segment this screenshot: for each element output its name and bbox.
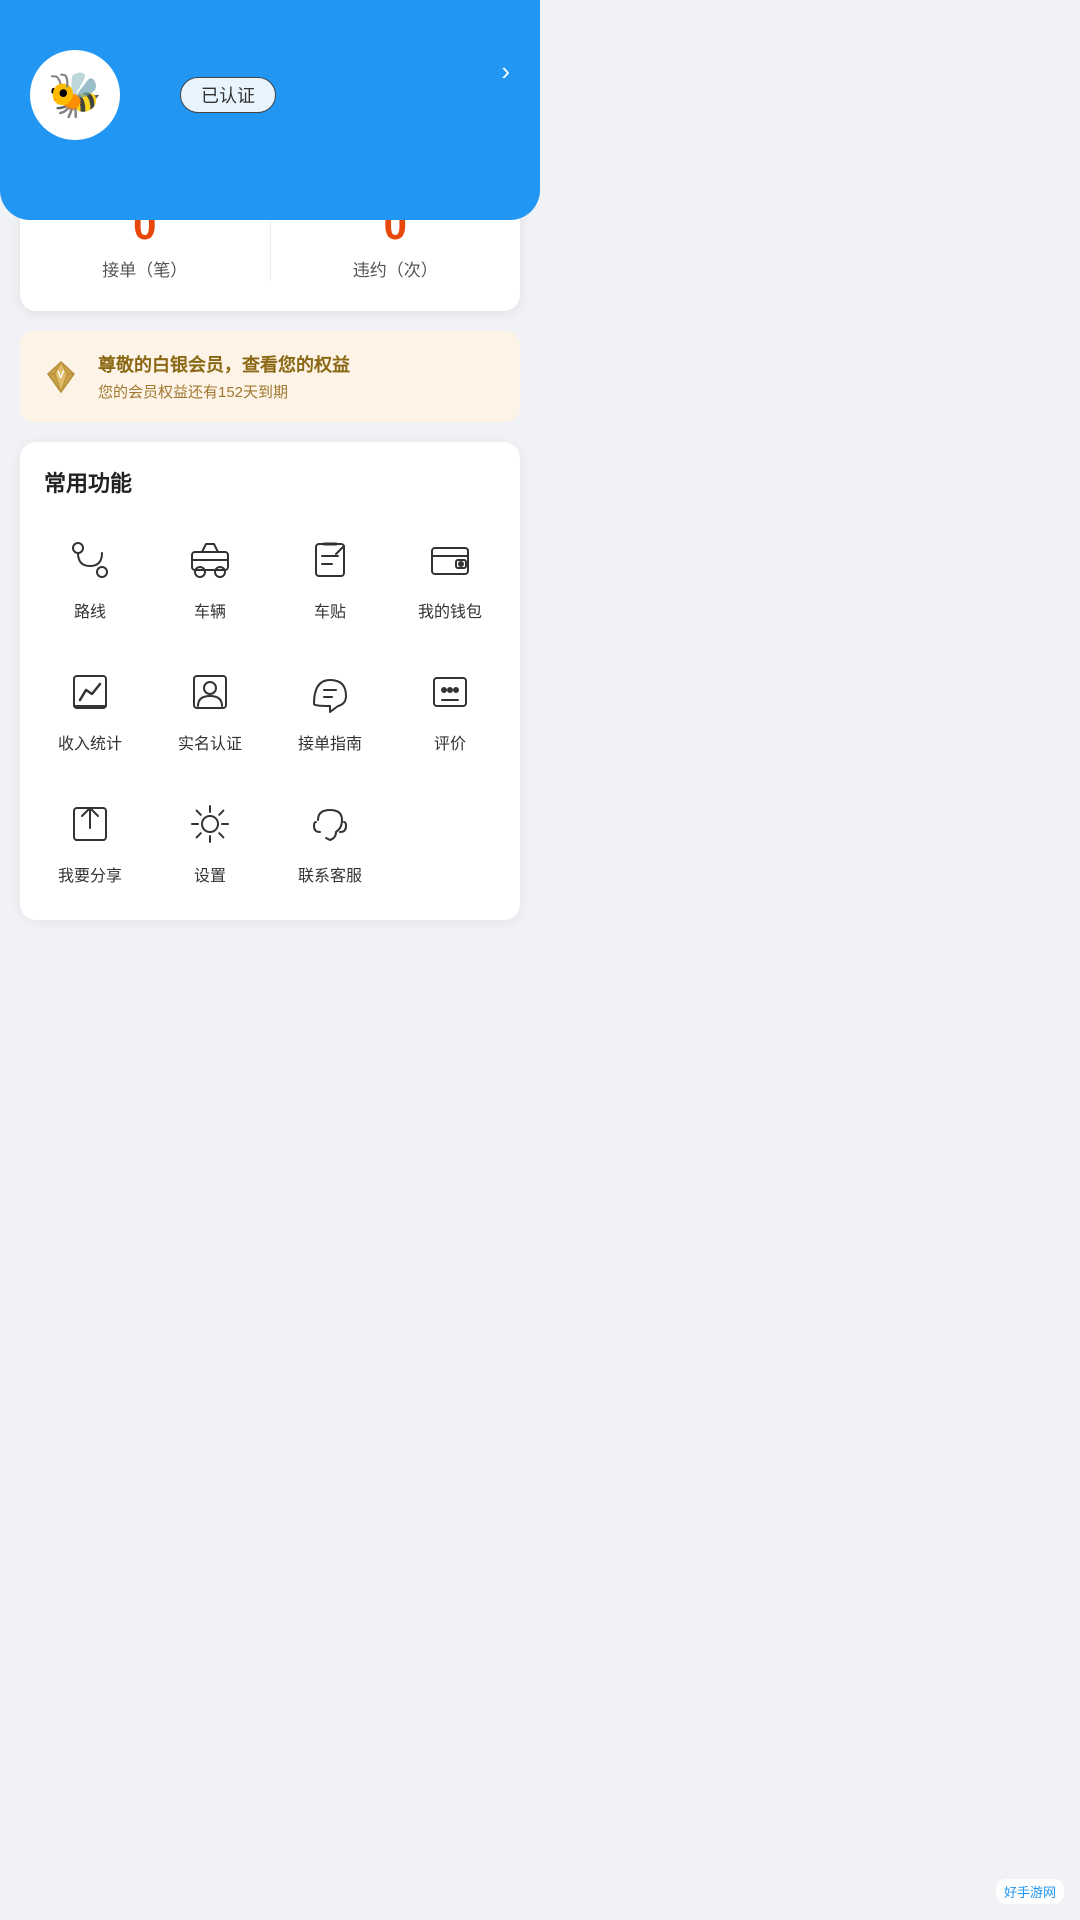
feature-wallet[interactable]: 我的钱包 [390, 514, 510, 646]
bottom-logo: 好手游网 [996, 1879, 1064, 1904]
feature-vehicle[interactable]: 车辆 [150, 514, 270, 646]
wallet-icon [422, 532, 478, 588]
settings-icon [182, 796, 238, 852]
svg-text:V: V [57, 369, 65, 381]
feature-grid: 路线 车辆 [30, 514, 510, 910]
feature-route-label: 路线 [74, 598, 106, 622]
stat-orders-label: 接单（笔） [20, 256, 270, 281]
feature-vehicle-label: 车辆 [194, 598, 226, 622]
profile-arrow-icon[interactable]: › [501, 56, 510, 87]
feature-settings-label: 设置 [194, 862, 226, 886]
member-text: 尊敬的白银会员，查看您的权益 您的会员权益还有152天到期 [98, 351, 350, 402]
feature-section-title: 常用功能 [30, 466, 510, 514]
feature-wallet-label: 我的钱包 [418, 598, 482, 622]
route-icon [62, 532, 118, 588]
member-title: 尊敬的白银会员，查看您的权益 [98, 351, 350, 377]
feature-support[interactable]: 联系客服 [270, 778, 390, 910]
feature-share[interactable]: 我要分享 [30, 778, 150, 910]
guide-icon [302, 664, 358, 720]
car-sticker-icon [302, 532, 358, 588]
vip-diamond-icon: V [40, 356, 82, 398]
support-icon [302, 796, 358, 852]
vehicle-icon [182, 532, 238, 588]
feature-settings[interactable]: 设置 [150, 778, 270, 910]
feature-review-label: 评价 [434, 730, 466, 754]
bee-icon: 🐝 [48, 69, 103, 121]
realname-icon [182, 664, 238, 720]
review-icon [422, 664, 478, 720]
feature-route[interactable]: 路线 [30, 514, 150, 646]
member-subtitle: 您的会员权益还有152天到期 [98, 381, 350, 402]
feature-income-label: 收入统计 [58, 730, 122, 754]
feature-review[interactable]: 评价 [390, 646, 510, 778]
header-background: 🐝 已认证 › [0, 0, 540, 220]
stat-violations-label: 违约（次） [271, 256, 521, 281]
header-content: 🐝 已认证 › [0, 0, 540, 140]
feature-support-label: 联系客服 [298, 862, 362, 886]
avatar[interactable]: 🐝 [30, 50, 120, 140]
feature-guide[interactable]: 接单指南 [270, 646, 390, 778]
certified-badge: 已认证 [180, 77, 276, 113]
feature-car-sticker-label: 车贴 [314, 598, 346, 622]
member-banner[interactable]: V 尊敬的白银会员，查看您的权益 您的会员权益还有152天到期 [20, 331, 520, 422]
income-icon [62, 664, 118, 720]
feature-card: 常用功能 路线 车辆 [20, 442, 520, 920]
feature-realname[interactable]: 实名认证 [150, 646, 270, 778]
feature-income[interactable]: 收入统计 [30, 646, 150, 778]
feature-car-sticker[interactable]: 车贴 [270, 514, 390, 646]
share-icon [62, 796, 118, 852]
feature-realname-label: 实名认证 [178, 730, 242, 754]
feature-share-label: 我要分享 [58, 862, 122, 886]
feature-guide-label: 接单指南 [298, 730, 362, 754]
